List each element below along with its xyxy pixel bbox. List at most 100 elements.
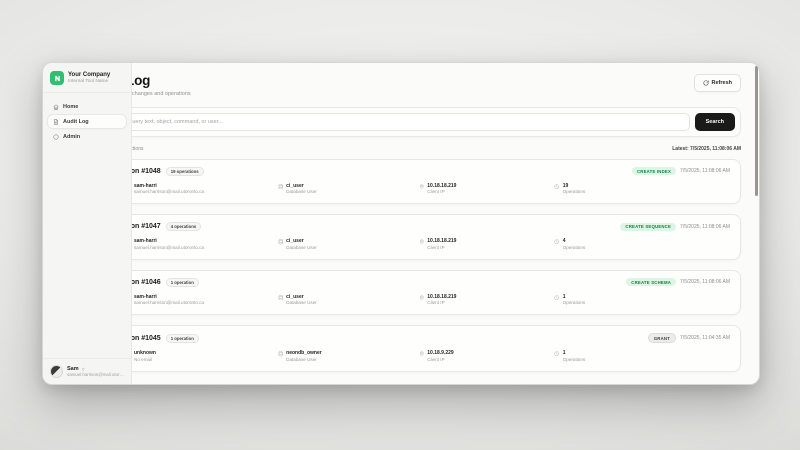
company-logo-icon: [50, 71, 64, 85]
operations-count-badge: 1 operation: [166, 278, 199, 287]
map-pin-icon: [419, 351, 425, 357]
user-info: Sam samuel.harrison@mail.utoronto.ca: [67, 366, 124, 378]
operations-label: Operations: [563, 245, 585, 251]
database-icon: [278, 239, 284, 245]
detail-db-user: neondb_owner Database User: [278, 350, 419, 362]
db-user-label: Database User: [286, 357, 322, 363]
db-user-label: Database User: [286, 189, 317, 195]
transaction-header: Transaction #1048 19 operations CREATE I…: [100, 167, 730, 176]
transaction-timestamp: 7/5/2025, 11:08:06 AM: [680, 224, 730, 230]
sidebar-item-label: Admin: [63, 134, 80, 140]
clock-icon: [554, 184, 560, 190]
transaction-details: sam-harri samuel.harrison@mail.utoronto.…: [100, 183, 730, 195]
database-icon: [278, 295, 284, 301]
transaction-details: unknown No email neondb_owner Database U…: [100, 350, 730, 362]
app-window: Audit Log Track all schema changes and o…: [42, 62, 760, 385]
detail-db-user: ci_user Database User: [278, 183, 419, 195]
transaction-card[interactable]: Transaction #1046 1 operation CREATE SCH…: [89, 270, 741, 315]
search-bar: Search: [89, 107, 741, 137]
sidebar-item-admin[interactable]: Admin: [48, 130, 126, 143]
user-email: samuel.harrison@mail.utoronto.ca: [134, 300, 204, 306]
transaction-card[interactable]: Transaction #1045 1 operation GRANT 7/5/…: [89, 325, 741, 371]
client-ip-label: Client IP: [427, 245, 456, 251]
user-email: samuel.harrison@mail.utoronto.ca: [134, 189, 204, 195]
transaction-header: Transaction #1047 4 operations CREATE SE…: [100, 222, 730, 231]
operations-count-badge: 1 operation: [166, 334, 199, 343]
circle-icon: [53, 134, 59, 140]
search-button[interactable]: Search: [695, 113, 735, 131]
operations-label: Operations: [563, 300, 585, 306]
main-content: Audit Log Track all schema changes and o…: [73, 63, 755, 384]
sidebar-item-label: Home: [63, 104, 78, 110]
client-ip-label: Client IP: [427, 300, 456, 306]
transaction-card[interactable]: Transaction #1047 4 operations CREATE SE…: [89, 214, 741, 259]
clock-icon: [554, 295, 560, 301]
detail-client-ip: 10.18.18.219 Client IP: [419, 238, 554, 250]
detail-client-ip: 10.18.9.229 Client IP: [419, 350, 554, 362]
user-email: No email: [134, 357, 152, 363]
home-icon: [53, 104, 59, 110]
db-user-value: neondb_owner: [286, 350, 322, 357]
sidebar-item-label: Audit Log: [63, 119, 89, 125]
transaction-list: Transaction #1048 19 operations CREATE I…: [89, 159, 741, 372]
transaction-timestamp: 7/5/2025, 11:04:35 AM: [680, 335, 730, 341]
database-icon: [278, 184, 284, 190]
detail-operations: 1 Operations: [554, 294, 730, 306]
sidebar-header[interactable]: Your Company Internal Tool Name: [43, 63, 131, 93]
scrollbar-thumb[interactable]: [755, 66, 758, 196]
detail-client-ip: 10.18.18.219 Client IP: [419, 183, 554, 195]
db-user-label: Database User: [286, 300, 317, 306]
operations-count-badge: 19 operations: [166, 167, 204, 176]
list-header: Showing 50 transactions Latest: 7/5/2025…: [89, 146, 741, 152]
company-subtitle: Internal Tool Name: [68, 79, 110, 85]
client-ip-label: Client IP: [427, 357, 453, 363]
client-ip-value: 10.18.18.219: [427, 238, 456, 245]
refresh-button[interactable]: Refresh: [694, 74, 741, 92]
avatar: [50, 365, 63, 378]
latest-timestamp: Latest: 7/5/2025, 11:08:06 AM: [672, 146, 741, 152]
transaction-details: sam-harri samuel.harrison@mail.utoronto.…: [100, 294, 730, 306]
sidebar-item-audit-log[interactable]: Audit Log: [48, 115, 126, 128]
clock-icon: [554, 351, 560, 357]
transaction-header: Transaction #1046 1 operation CREATE SCH…: [100, 278, 730, 287]
chevron-selector-icon: [81, 367, 86, 372]
page-header: Audit Log Track all schema changes and o…: [89, 74, 741, 97]
sidebar-nav: Home Audit Log Admin: [43, 93, 131, 143]
company-block: Your Company Internal Tool Name: [68, 72, 110, 84]
search-input[interactable]: [95, 113, 690, 131]
file-text-icon: [53, 119, 59, 125]
map-pin-icon: [419, 239, 425, 245]
refresh-label: Refresh: [712, 80, 732, 86]
transaction-timestamp: 7/5/2025, 11:08:06 AM: [680, 168, 730, 174]
operations-count-badge: 4 operations: [166, 222, 202, 231]
command-badge: GRANT: [648, 333, 676, 343]
client-ip-value: 10.18.9.229: [427, 350, 453, 357]
refresh-icon: [703, 80, 709, 86]
client-ip-label: Client IP: [427, 189, 456, 195]
user-email: samuel.harrison@mail.utoronto.ca: [134, 245, 204, 251]
transaction-timestamp: 7/5/2025, 11:08:06 AM: [680, 279, 730, 285]
transaction-card[interactable]: Transaction #1048 19 operations CREATE I…: [89, 159, 741, 204]
map-pin-icon: [419, 184, 425, 190]
user-menu[interactable]: Sam samuel.harrison@mail.utoronto.ca: [43, 358, 131, 384]
operations-label: Operations: [563, 189, 585, 195]
clock-icon: [554, 239, 560, 245]
detail-db-user: ci_user Database User: [278, 238, 419, 250]
command-badge: CREATE INDEX: [632, 167, 676, 175]
detail-operations: 19 Operations: [554, 183, 730, 195]
sidebar-item-home[interactable]: Home: [48, 100, 126, 113]
command-badge: CREATE SCHEMA: [626, 278, 676, 286]
user-name: Sam: [67, 366, 79, 373]
transaction-header: Transaction #1045 1 operation GRANT 7/5/…: [100, 333, 730, 343]
db-user-label: Database User: [286, 245, 317, 251]
detail-db-user: ci_user Database User: [278, 294, 419, 306]
detail-operations: 4 Operations: [554, 238, 730, 250]
map-pin-icon: [419, 295, 425, 301]
detail-client-ip: 10.18.18.219 Client IP: [419, 294, 554, 306]
company-name: Your Company: [68, 72, 110, 79]
detail-operations: 1 Operations: [554, 350, 730, 362]
user-email: samuel.harrison@mail.utoronto.ca: [67, 372, 124, 377]
transaction-details: sam-harri samuel.harrison@mail.utoronto.…: [100, 238, 730, 250]
database-icon: [278, 351, 284, 357]
sidebar: Your Company Internal Tool Name Home Aud…: [43, 63, 132, 384]
